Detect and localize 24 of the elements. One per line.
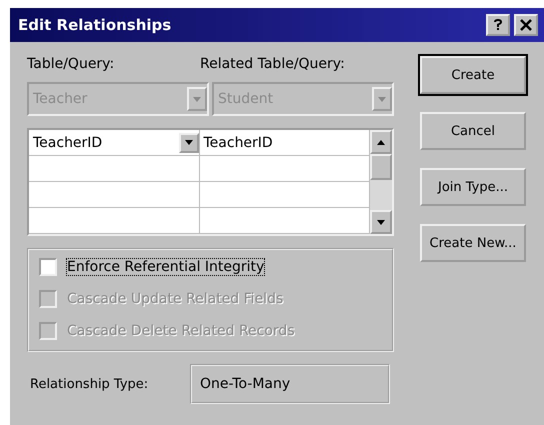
field-label: Related Table/Query:: [200, 56, 345, 72]
checkbox-label: Enforce Referential Integrity: [67, 259, 264, 275]
checkbox[interactable]: [39, 258, 57, 276]
checkbox-label: Cascade Update Related Fields: [67, 291, 284, 307]
dialog-button[interactable]: Create New...: [420, 224, 526, 262]
table-cell[interactable]: TeacherID: [29, 130, 200, 155]
dialog-button[interactable]: Join Type...: [420, 168, 526, 206]
field-label: Table/Query:: [27, 56, 116, 72]
caret-icon: [378, 96, 386, 102]
scrollbar[interactable]: [370, 130, 392, 234]
dialog-button[interactable]: Cancel: [420, 112, 526, 150]
dialog-button[interactable]: Create: [420, 56, 526, 94]
help-button[interactable]: [486, 14, 510, 36]
down-arrow-icon: [377, 220, 385, 224]
up-arrow-icon: [377, 140, 385, 144]
relationship-type-value: One-To-Many: [190, 364, 390, 404]
caret-icon: [184, 140, 192, 145]
close-button[interactable]: [514, 14, 538, 36]
close-icon: [520, 19, 532, 31]
field-label: Relationship Type:: [29, 376, 150, 392]
checkbox-label: Cascade Delete Related Records: [67, 323, 295, 339]
window-title: Edit Relationships: [18, 16, 172, 34]
caret-icon: [193, 96, 201, 102]
help-icon: [492, 18, 504, 32]
